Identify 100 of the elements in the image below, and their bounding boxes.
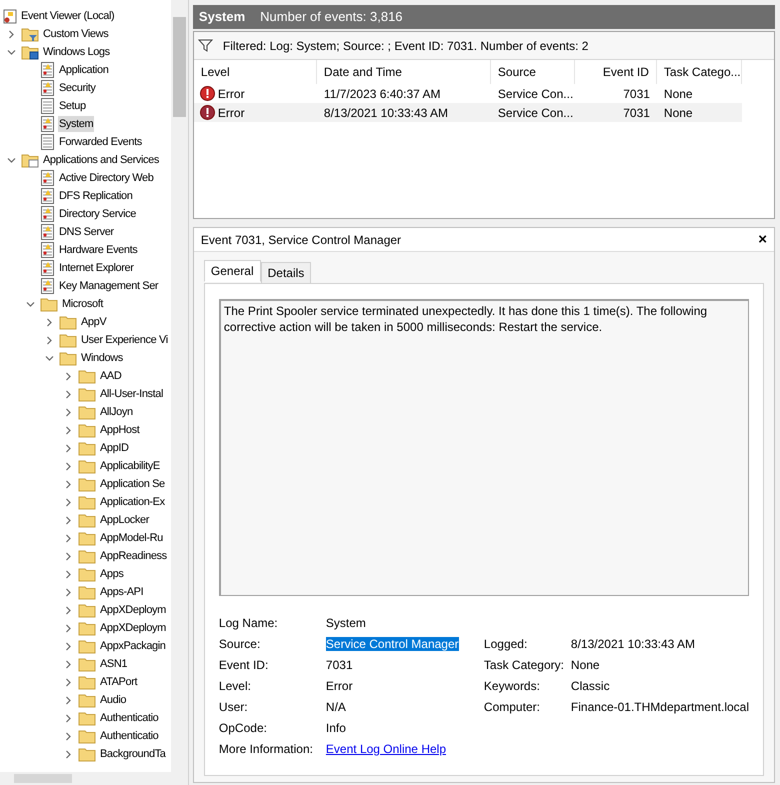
tree-item[interactable]: System	[58, 116, 94, 132]
expand-caret-icon[interactable]	[6, 30, 16, 38]
tree-item[interactable]: DNS Server	[58, 224, 115, 240]
log-folder-icon	[21, 44, 39, 60]
column-header[interactable]: Level	[194, 60, 317, 84]
folder-icon	[59, 350, 77, 366]
field-value: System	[326, 616, 366, 630]
column-header[interactable]: Source	[490, 60, 575, 84]
tree-item[interactable]: Forwarded Events	[58, 134, 143, 150]
tree-item[interactable]: AppXDeploym	[99, 620, 167, 636]
tree-item[interactable]: Event Viewer (Local)	[21, 8, 114, 24]
error-icon	[200, 86, 215, 101]
collapse-caret-icon[interactable]	[26, 300, 34, 308]
tab[interactable]: Details	[260, 262, 312, 284]
tree-item[interactable]: ApplicabilityE	[99, 458, 161, 474]
tree-item[interactable]: Internet Explorer	[58, 260, 135, 276]
log-icon	[40, 170, 55, 186]
log-icon	[40, 98, 55, 114]
tree-item[interactable]: AppXDeploym	[99, 602, 167, 618]
folder-icon	[78, 458, 96, 474]
event-row[interactable]: Error 8/13/2021 10:33:43 AM Service Con... 7031 None	[194, 103, 742, 122]
field-label: Computer:	[484, 698, 541, 716]
field-label: Event ID:	[218, 656, 270, 674]
tree-item[interactable]: Windows Logs	[42, 44, 111, 60]
close-button[interactable]: ×	[758, 232, 767, 247]
folder-icon	[78, 566, 96, 582]
folder-icon	[59, 332, 77, 348]
tree-item[interactable]: AppHost	[99, 422, 140, 438]
folder-icon	[78, 368, 96, 384]
tree-item[interactable]: Apps-API	[99, 584, 144, 600]
tree-item[interactable]: Security	[58, 80, 97, 96]
tree-item[interactable]: Application	[58, 62, 110, 78]
horizontal-scrollbar[interactable]	[0, 772, 188, 785]
tree-item[interactable]: Microsoft	[61, 296, 104, 312]
folder-icon	[78, 674, 96, 690]
details-title: Event 7031, Service Control Manager	[200, 232, 402, 248]
table-cell-text: Error	[218, 86, 245, 102]
tree-item[interactable]: Directory Service	[58, 206, 137, 222]
tree-item[interactable]: Apps	[99, 566, 124, 582]
tree-item[interactable]: ASN1	[99, 656, 128, 672]
tree-item[interactable]: BackgroundTa	[99, 746, 167, 762]
log-icon	[40, 260, 55, 276]
tree-item[interactable]: DFS Replication	[58, 188, 134, 204]
tree-item[interactable]: Windows	[80, 350, 124, 366]
field-label: Logged:	[484, 636, 528, 652]
tree-item[interactable]: Audio	[99, 692, 128, 708]
vertical-scrollbar[interactable]	[170, 0, 188, 772]
field-label: More Information:	[218, 740, 314, 758]
tree-item[interactable]: Authenticatio	[99, 728, 160, 744]
event-count: Number of events: 3,816	[260, 8, 403, 26]
collapse-caret-icon[interactable]	[6, 48, 16, 56]
folder-icon	[78, 692, 96, 708]
folder-icon	[40, 296, 58, 312]
folder-icon	[78, 422, 96, 438]
tree-item[interactable]: Application Se	[99, 476, 166, 492]
tree-item[interactable]: AppxPackagin	[99, 638, 167, 654]
tree-item[interactable]: Authenticatio	[99, 710, 160, 726]
folder-icon	[78, 512, 96, 528]
tree-item[interactable]: AppID	[99, 440, 130, 456]
tree-item[interactable]: Key Management Ser	[58, 278, 160, 294]
collapse-caret-icon[interactable]	[6, 156, 16, 164]
field-value: 7031	[326, 658, 353, 672]
field-label: User:	[218, 698, 249, 716]
event-message: The Print Spooler service terminated unexpectedly. It has done this 1 time(s). The following corrective action will be taken in 5000 milliseconds: Restart the service.	[224, 303, 708, 335]
column-header[interactable]: Date and Time	[316, 60, 491, 84]
folder-icon	[78, 728, 96, 744]
event-row[interactable]: Error 11/7/2023 6:40:37 AM Service Con... 7031 None	[194, 84, 742, 103]
event-viewer-icon	[3, 8, 18, 24]
log-icon	[40, 80, 55, 96]
folder-icon	[78, 386, 96, 402]
log-title: System	[198, 8, 246, 26]
tree-item[interactable]: Hardware Events	[58, 242, 138, 258]
tree-item[interactable]: AllJoyn	[99, 404, 134, 420]
tree-item[interactable]: All-User-Instal	[99, 386, 164, 402]
tree-item[interactable]: AppModel-Ru	[99, 530, 164, 546]
folder-icon	[78, 476, 96, 492]
tree-item[interactable]: Applications and Services	[42, 152, 160, 168]
tree-item[interactable]: ATAPort	[99, 674, 138, 690]
folder-icon	[78, 548, 96, 564]
folder-icon	[78, 620, 96, 636]
column-header[interactable]: Event ID	[574, 60, 657, 84]
collapse-caret-icon[interactable]	[44, 354, 54, 362]
field-label: Keywords:	[484, 678, 541, 694]
tab[interactable]: General	[204, 260, 261, 282]
tree-item[interactable]: AAD	[99, 368, 122, 384]
folder-icon	[78, 584, 96, 600]
help-link[interactable]: Event Log Online Help	[326, 740, 446, 758]
tree-item[interactable]: Active Directory Web	[58, 170, 154, 186]
column-header[interactable]: Task Catego...	[656, 60, 742, 84]
tree-item[interactable]: User Experience Vi	[80, 332, 169, 348]
tree-item[interactable]: AppReadiness	[99, 548, 168, 564]
field-label: OpCode:	[218, 720, 268, 736]
tree-item[interactable]: AppLocker	[99, 512, 150, 528]
folder-icon	[78, 656, 96, 672]
tree-item[interactable]: AppV	[80, 314, 108, 330]
filter-folder-icon	[21, 26, 39, 42]
field-label: Level:	[218, 678, 252, 694]
tree-item[interactable]: Application-Ex	[99, 494, 166, 510]
tree-item[interactable]: Custom Views	[42, 26, 110, 42]
tree-item[interactable]: Setup	[58, 98, 87, 114]
